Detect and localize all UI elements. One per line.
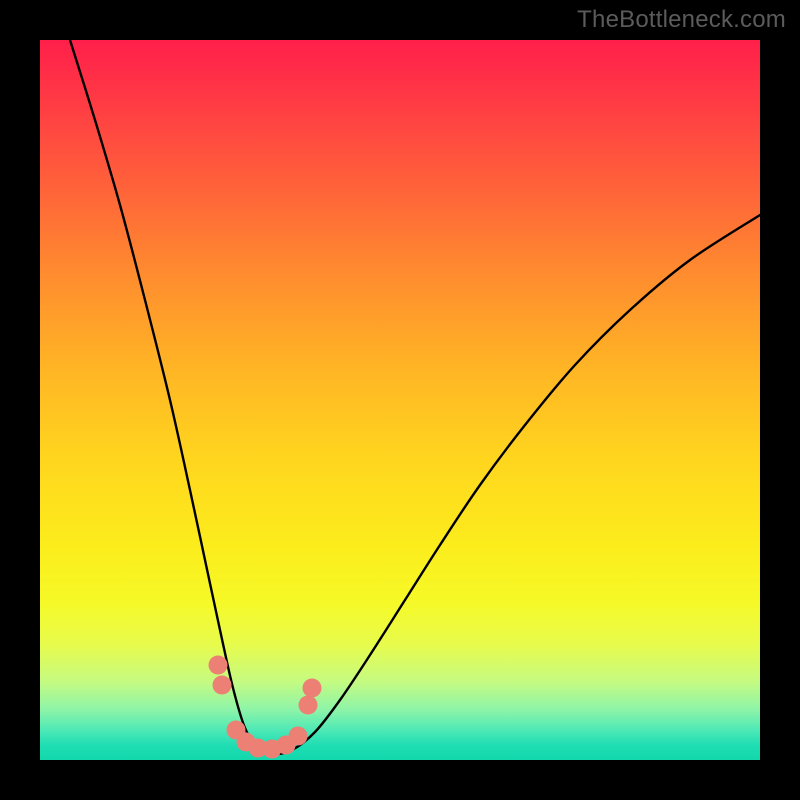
bottleneck-curve	[70, 40, 760, 754]
watermark-text: TheBottleneck.com	[577, 6, 786, 34]
highlight-dot	[299, 696, 318, 715]
highlight-dot	[209, 656, 228, 675]
highlight-dot	[303, 679, 322, 698]
highlight-dot	[289, 727, 308, 746]
highlight-dot	[213, 676, 232, 695]
chart-frame: TheBottleneck.com	[0, 0, 800, 800]
curve-svg	[40, 40, 760, 760]
plot-area	[40, 40, 760, 760]
